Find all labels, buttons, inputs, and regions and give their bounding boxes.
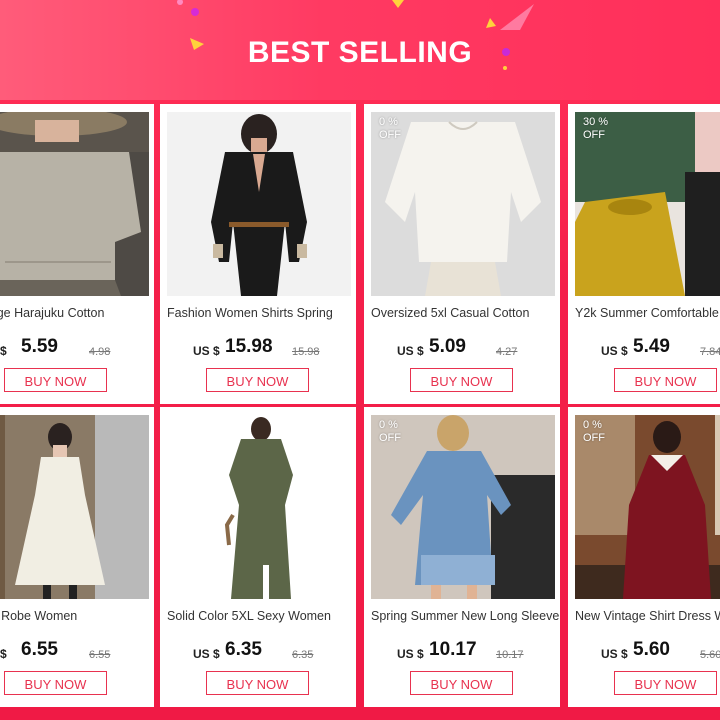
- original-price: 6.55: [89, 649, 111, 661]
- price-row: US $ 5.49 7.84: [568, 336, 720, 360]
- buy-now-button[interactable]: BUY NOW: [614, 368, 717, 392]
- price-row: $ 6.55 6.55: [0, 639, 154, 663]
- currency-label: $: [0, 647, 7, 661]
- buy-now-button[interactable]: BUY NOW: [4, 368, 107, 392]
- original-price: 4.98: [89, 346, 111, 358]
- discount-badge: 0 % OFF: [583, 419, 605, 444]
- product-title[interactable]: Fashion Women Shirts Spring: [167, 306, 355, 320]
- colored-tops-photo[interactable]: 30 % OFF: [575, 112, 720, 296]
- price: 5.49: [633, 336, 670, 357]
- discount-badge: 30 % OFF: [583, 116, 609, 141]
- original-price: 6.35: [292, 649, 314, 661]
- currency-label: US $: [193, 344, 220, 358]
- price-row: $ 5.59 4.98: [0, 336, 154, 360]
- price: 15.98: [225, 336, 273, 357]
- product-card[interactable]: n Vintage Harajuku Cotton $ 5.59 4.98 BU…: [0, 104, 154, 404]
- burgundy-dress-photo[interactable]: 0 % OFF: [575, 415, 720, 599]
- product-title[interactable]: er New Robe Women: [0, 609, 146, 623]
- product-card[interactable]: er New Robe Women $ 6.55 6.55 BUY NOW: [0, 407, 154, 707]
- currency-label: US $: [397, 344, 424, 358]
- product-card[interactable]: 30 % OFF Y2k Summer Comfortable US $ 5.4…: [568, 104, 720, 404]
- price: 6.55: [21, 639, 58, 660]
- black-shirt-photo[interactable]: [167, 112, 351, 296]
- buy-now-button[interactable]: BUY NOW: [614, 671, 717, 695]
- gray-linen-top-photo[interactable]: [0, 112, 149, 296]
- product-title[interactable]: Y2k Summer Comfortable: [575, 306, 720, 320]
- buy-now-button[interactable]: BUY NOW: [410, 671, 513, 695]
- price: 6.35: [225, 639, 262, 660]
- price-row: US $ 10.17 10.17: [364, 639, 560, 663]
- floral-dress-photo[interactable]: [0, 415, 149, 599]
- buy-now-button[interactable]: BUY NOW: [4, 671, 107, 695]
- original-price: 10.17: [496, 649, 524, 661]
- original-price: 7.84: [700, 346, 720, 358]
- buy-now-button[interactable]: BUY NOW: [410, 368, 513, 392]
- product-grid: n Vintage Harajuku Cotton $ 5.59 4.98 BU…: [0, 0, 720, 720]
- product-card[interactable]: 0 % OFF Spring Summer New Long Sleeve US…: [364, 407, 560, 707]
- product-title[interactable]: New Vintage Shirt Dress W: [575, 609, 720, 623]
- product-title[interactable]: Solid Color 5XL Sexy Women: [167, 609, 355, 623]
- price-row: US $ 5.09 4.27: [364, 336, 560, 360]
- currency-label: US $: [193, 647, 220, 661]
- product-title[interactable]: Oversized 5xl Casual Cotton: [371, 306, 559, 320]
- price: 5.60: [633, 639, 670, 660]
- product-card[interactable]: Fashion Women Shirts Spring US $ 15.98 1…: [160, 104, 356, 404]
- white-blouse-photo[interactable]: 0 % OFF: [371, 112, 555, 296]
- currency-label: US $: [601, 344, 628, 358]
- product-card[interactable]: Solid Color 5XL Sexy Women US $ 6.35 6.3…: [160, 407, 356, 707]
- price: 10.17: [429, 639, 477, 660]
- product-title[interactable]: Spring Summer New Long Sleeve: [371, 609, 559, 623]
- original-price: 15.98: [292, 346, 320, 358]
- buy-now-button[interactable]: BUY NOW: [206, 671, 309, 695]
- discount-badge: 0 % OFF: [379, 419, 401, 444]
- product-title[interactable]: n Vintage Harajuku Cotton: [0, 306, 146, 320]
- buy-now-button[interactable]: BUY NOW: [206, 368, 309, 392]
- price: 5.09: [429, 336, 466, 357]
- price-row: US $ 15.98 15.98: [160, 336, 356, 360]
- original-price: 4.27: [496, 346, 518, 358]
- price: 5.59: [21, 336, 58, 357]
- product-card[interactable]: 0 % OFF Oversized 5xl Casual Cotton US $…: [364, 104, 560, 404]
- currency-label: $: [0, 344, 7, 358]
- denim-lace-dress-photo[interactable]: 0 % OFF: [371, 415, 555, 599]
- original-price: 5.60: [700, 649, 720, 661]
- product-card[interactable]: 0 % OFF New Vintage Shirt Dress W US $ 5…: [568, 407, 720, 707]
- currency-label: US $: [397, 647, 424, 661]
- price-row: US $ 5.60 5.60: [568, 639, 720, 663]
- price-row: US $ 6.35 6.35: [160, 639, 356, 663]
- green-maxi-dress-photo[interactable]: [167, 415, 351, 599]
- currency-label: US $: [601, 647, 628, 661]
- discount-badge: 0 % OFF: [379, 116, 401, 141]
